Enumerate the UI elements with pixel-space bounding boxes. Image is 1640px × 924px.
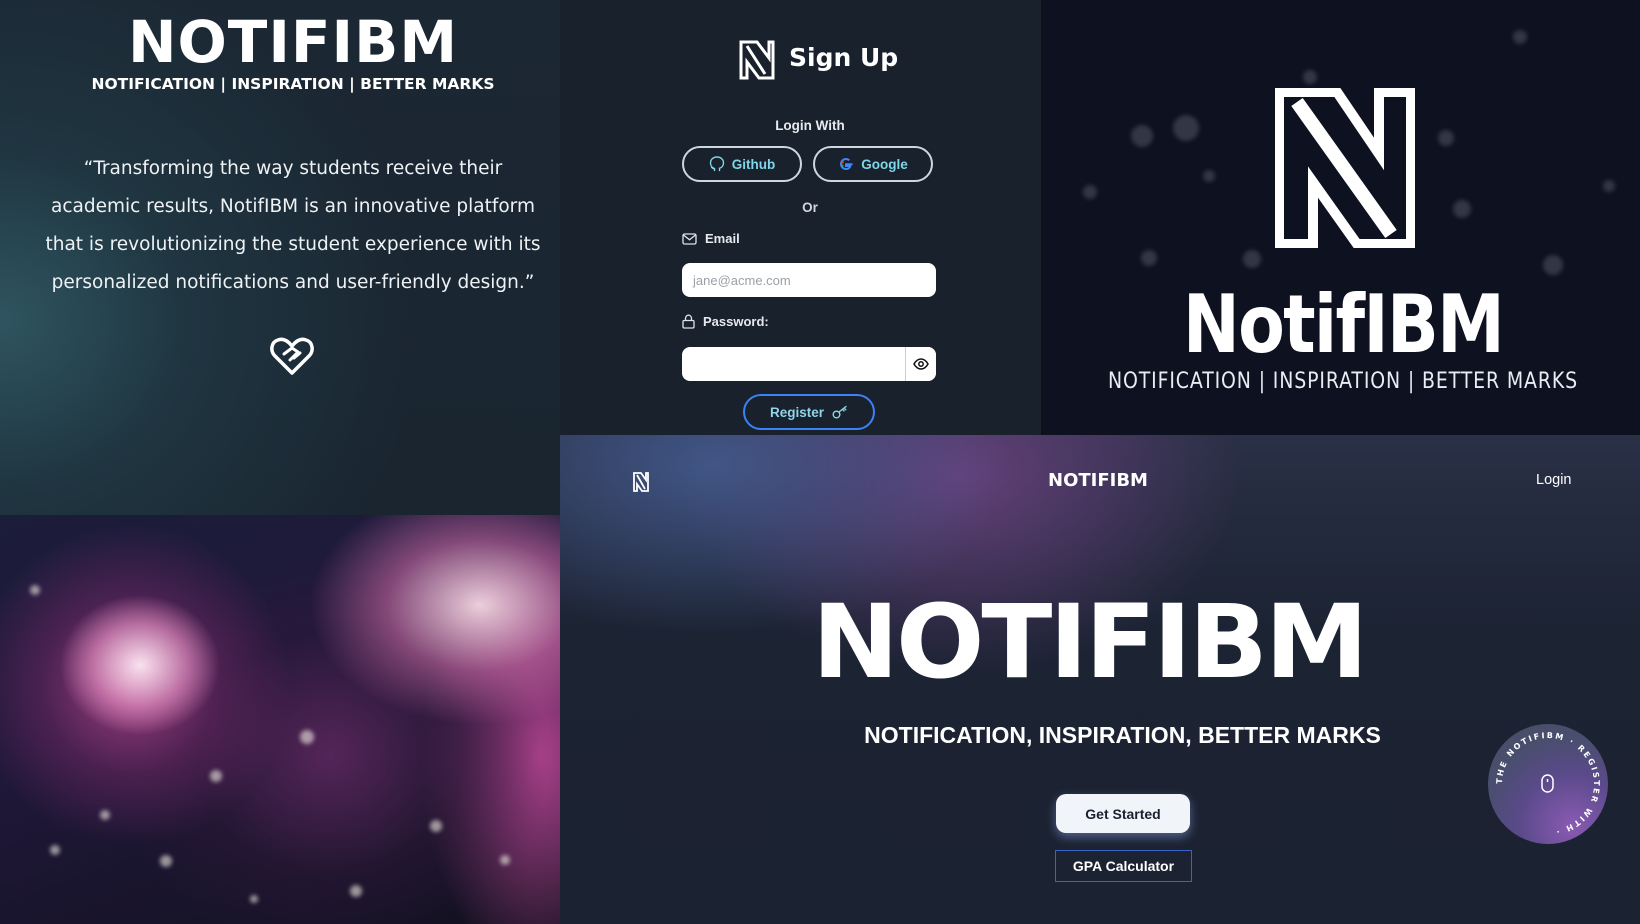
star [50,845,60,855]
nebula-image [0,515,560,924]
login-link[interactable]: Login [1536,472,1571,488]
star [250,895,258,903]
email-label-text: Email [705,231,740,246]
nav-brand[interactable]: NOTIFIBM [1048,470,1148,491]
bokeh-light [1243,250,1261,268]
hero-panel: NOTIFIBM NOTIFICATION | INSPIRATION | BE… [0,0,560,515]
hero-title: NOTIFIBM [127,8,459,76]
mouse-icon [1541,774,1554,793]
bokeh-light [1603,180,1615,192]
register-label: Register [769,404,825,420]
password-field[interactable] [682,347,936,381]
landing-panel: NOTIFIBM Login NOTIFIBM NOTIFICATION, IN… [560,435,1640,924]
key-icon [832,405,847,419]
star [160,855,172,867]
gpa-calculator-button[interactable]: GPA Calculator [1055,850,1192,882]
brand-panel: NotifIBM NOTIFICATION | INSPIRATION | BE… [1043,0,1640,435]
lock-icon [682,314,695,329]
email-field[interactable]: jane@acme.com [682,263,936,297]
bokeh-light [1303,70,1317,84]
github-label: Github [731,156,776,172]
star [500,855,510,865]
signup-panel: Sign Up Login With Github Google Or Emai… [560,0,1041,435]
notifibm-large-logo-icon [1275,88,1415,248]
heart-handshake-icon [270,337,314,375]
bokeh-light [1131,125,1153,147]
star [430,820,442,832]
login-with-label: Login With [775,118,845,133]
brand-subtitle: NOTIFICATION | INSPIRATION | BETTER MARK… [1107,369,1579,394]
signup-title: Sign Up [789,43,899,72]
hero-subtitle: NOTIFICATION | INSPIRATION | BETTER MARK… [91,75,495,93]
star [210,770,222,782]
notifibm-nav-logo-icon[interactable] [632,471,650,493]
password-label: Password: [682,314,769,329]
bokeh-light [1203,170,1215,182]
or-divider: Or [802,200,818,215]
register-button[interactable]: Register [743,394,875,430]
badge-text: THE NOTIFIBM · REGISTER WITH · [1495,731,1599,837]
eye-icon [913,358,929,370]
github-icon [709,156,724,172]
password-label-text: Password: [703,314,769,329]
google-icon [840,157,853,171]
landing-subtitle: NOTIFICATION, INSPIRATION, BETTER MARKS [864,722,1381,748]
hero-quote: “Transforming the way students receive t… [45,158,541,293]
google-label: Google [861,156,908,172]
star [30,585,40,595]
brand-name: NotifIBM [1182,278,1505,371]
bokeh-light [1141,250,1157,266]
bokeh-light [1083,185,1097,199]
bokeh-light [1513,30,1527,44]
bokeh-light [1438,130,1454,146]
svg-text:THE NOTIFIBM · REGISTER WITH ·: THE NOTIFIBM · REGISTER WITH · [1495,731,1601,837]
register-badge[interactable]: THE NOTIFIBM · REGISTER WITH · [1488,724,1608,844]
bokeh-light [1173,115,1199,141]
register-badge-graphic: THE NOTIFIBM · REGISTER WITH · [1495,731,1601,837]
email-placeholder: jane@acme.com [693,272,791,288]
mail-icon [682,232,697,245]
star [100,810,110,820]
bokeh-light [1453,200,1471,218]
star [350,885,362,897]
notifibm-logo-icon [739,40,775,80]
toggle-password-visibility-button[interactable] [905,347,936,381]
google-button[interactable]: Google [813,146,933,182]
github-button[interactable]: Github [682,146,802,182]
email-label: Email [682,231,740,246]
bokeh-light [1543,255,1563,275]
get-started-button[interactable]: Get Started [1056,794,1190,833]
landing-title: NOTIFIBM [812,583,1368,702]
star [300,730,314,744]
